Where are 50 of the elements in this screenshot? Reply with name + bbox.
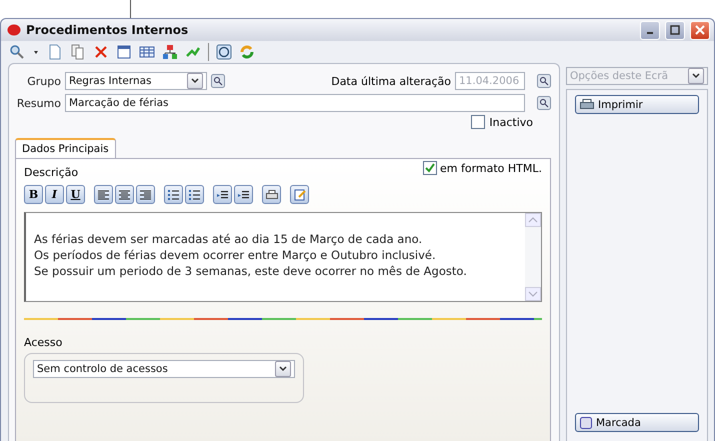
format-button[interactable]: U — [66, 185, 85, 204]
format-button[interactable]: I — [45, 185, 64, 204]
html-checkbox[interactable] — [422, 161, 437, 175]
window-title: Procedimentos Internos — [26, 23, 190, 37]
outdent-icon[interactable] — [213, 185, 232, 204]
table-icon[interactable] — [139, 44, 155, 60]
description-text: As férias devem ser marcadas até ao dia 15 de Março de cada ano. — [34, 231, 424, 247]
close-icon — [695, 25, 705, 35]
square-icon — [580, 416, 592, 428]
print-icon[interactable] — [262, 185, 281, 204]
resumo-field[interactable]: Marcação de férias — [65, 94, 525, 112]
grupo-dropdown[interactable]: Regras Internas — [65, 72, 207, 90]
search-icon[interactable] — [9, 44, 25, 60]
acesso-label: Acesso — [24, 336, 64, 349]
minimize-button[interactable] — [640, 20, 660, 40]
hierarchy-icon[interactable] — [162, 44, 178, 60]
lookup-icon[interactable] — [537, 96, 551, 110]
align-left-icon[interactable] — [94, 185, 113, 204]
tab[interactable]: Dados Principais — [15, 138, 116, 158]
printer-icon — [580, 98, 594, 110]
grupo-label: Grupo — [26, 74, 61, 88]
numbered-list-icon[interactable] — [164, 185, 183, 204]
inactivo-checkbox[interactable] — [471, 115, 486, 129]
align-right-icon[interactable] — [136, 185, 155, 204]
marcada-button[interactable]: Marcada — [575, 413, 699, 432]
delete-icon[interactable] — [93, 44, 109, 60]
description-text: Os períodos de férias devem ocorrer entre Março e Outubro inclusivé. — [34, 247, 437, 263]
bullet-list-icon[interactable] — [185, 185, 204, 204]
lookup-icon[interactable] — [211, 74, 225, 88]
maximize-button[interactable] — [665, 20, 685, 40]
lookup-icon[interactable] — [537, 74, 551, 88]
acesso-dropdown[interactable]: Sem controlo de acessos — [33, 360, 295, 378]
close-button[interactable] — [690, 20, 710, 40]
form-icon[interactable] — [116, 44, 132, 60]
resumo-label: Resumo — [16, 96, 61, 110]
print-button[interactable]: Imprimir — [575, 95, 699, 114]
inactivo-label: Inactivo — [489, 116, 533, 128]
align-center-icon[interactable] — [115, 185, 134, 204]
description-text: Se possuir um periodo de 3 semanas, este deve ocorrer no mês de Agosto. — [34, 263, 468, 279]
copy-document-icon[interactable] — [70, 44, 86, 60]
indent-icon[interactable] — [234, 185, 253, 204]
html-label: em formato HTML. — [440, 162, 542, 174]
new-document-icon[interactable] — [47, 44, 63, 60]
descricao-label: Descrição — [24, 166, 78, 178]
edit-icon[interactable] — [290, 185, 309, 204]
format-button[interactable]: B — [24, 185, 43, 204]
refresh-icon[interactable] — [239, 44, 255, 60]
app-icon — [7, 24, 21, 36]
maximize-icon — [670, 25, 680, 35]
data-label: Data última alteração — [331, 74, 451, 88]
